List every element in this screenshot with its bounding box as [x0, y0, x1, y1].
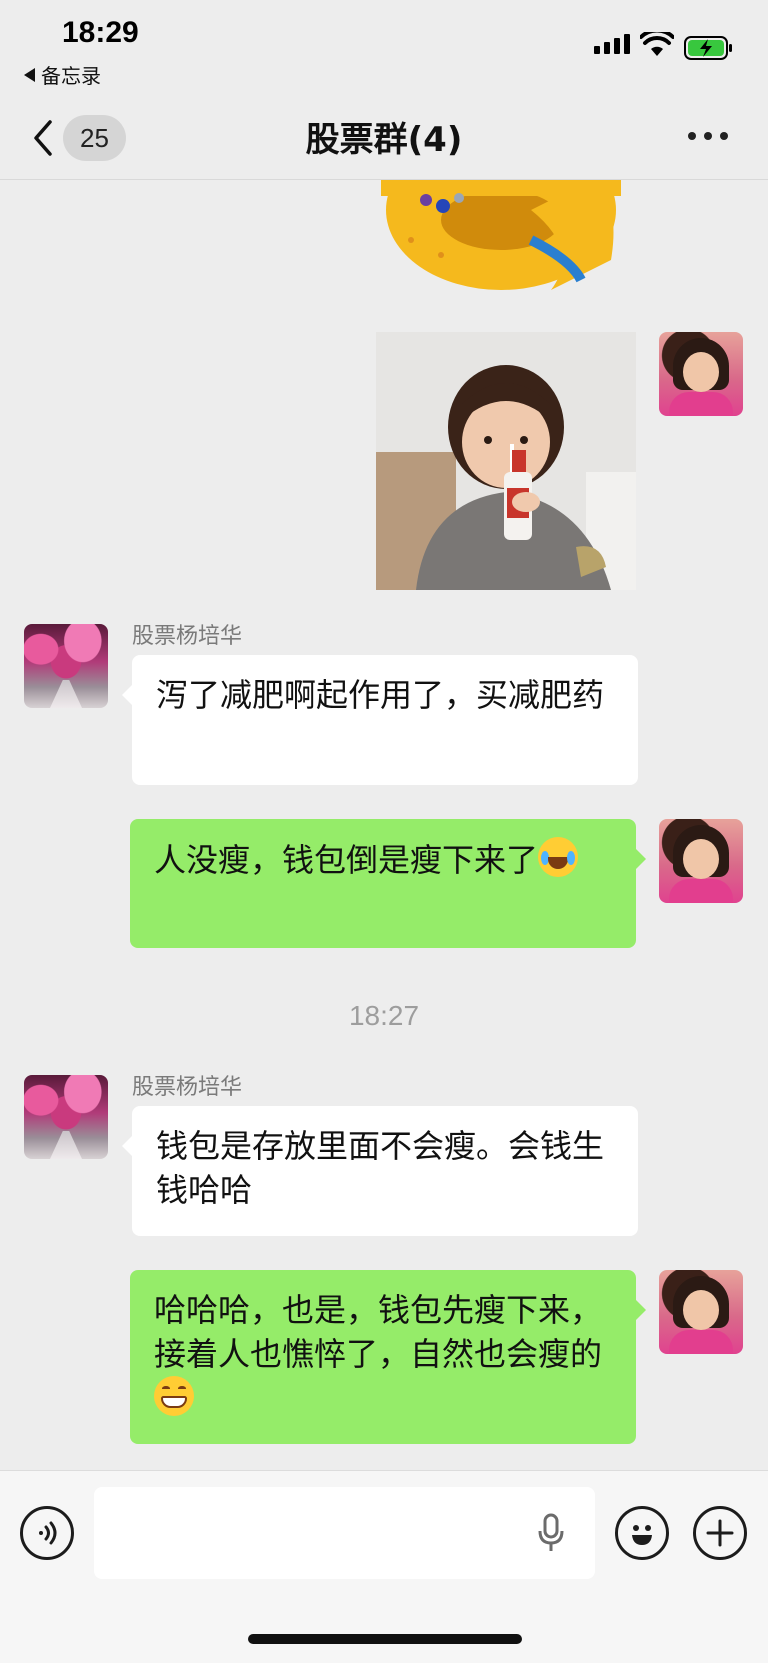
status-time: 18:29 [62, 16, 139, 49]
ring-hand-sticker[interactable] [381, 180, 621, 298]
message-text: 泻了减肥啊起作用了，买减肥药 [156, 676, 605, 714]
self-avatar[interactable] [659, 332, 743, 416]
plus-icon[interactable] [693, 1506, 747, 1560]
battery-charging-icon [684, 36, 732, 60]
wifi-icon [640, 32, 674, 56]
outgoing-message-bubble[interactable]: 人没瘦，钱包倒是瘦下来了 [130, 819, 646, 948]
sender-name: 股票杨培华 [132, 1075, 243, 1100]
self-avatar[interactable] [659, 1270, 743, 1354]
child-drinking-sticker[interactable] [376, 332, 636, 590]
emoji-icon[interactable] [615, 1506, 669, 1560]
message-text: 哈哈哈，也是，钱包先瘦下来，接着人也憔悴了，自然也会瘦的 [154, 1291, 603, 1373]
incoming-message-bubble[interactable]: 钱包是存放里面不会瘦。会钱生钱哈哈 [122, 1106, 638, 1236]
laugh-cry-emoji-icon [538, 837, 579, 877]
mic-icon[interactable] [536, 1513, 566, 1553]
voice-icon[interactable] [20, 1506, 74, 1560]
contact-avatar[interactable] [24, 1075, 108, 1159]
incoming-message-bubble[interactable]: 泻了减肥啊起作用了，买减肥药 [122, 655, 638, 785]
more-icon[interactable] [688, 132, 728, 140]
message-text: 人没瘦，钱包倒是瘦下来了 [154, 841, 539, 879]
sender-name: 股票杨培华 [132, 624, 243, 649]
status-bar: 18:29 备忘录 [0, 0, 768, 100]
chat-title: 股票群(4) [305, 120, 463, 160]
contact-avatar[interactable] [24, 624, 108, 708]
grin-emoji-icon [154, 1376, 194, 1416]
signal-icon [594, 34, 630, 54]
back-to-app-link[interactable]: 备忘录 [24, 60, 101, 89]
message-text: 钱包是存放里面不会瘦。会钱生钱哈哈 [156, 1127, 605, 1209]
message-input[interactable] [94, 1487, 595, 1579]
chat-header: 25 股票群(4) [0, 100, 768, 180]
self-avatar[interactable] [659, 819, 743, 903]
back-triangle-icon [24, 67, 35, 82]
home-indicator[interactable] [248, 1634, 522, 1644]
outgoing-message-bubble[interactable]: 哈哈哈，也是，钱包先瘦下来，接着人也憔悴了，自然也会瘦的 [130, 1270, 646, 1444]
timestamp-divider: 18:27 [348, 1000, 420, 1031]
back-app-label: 备忘录 [41, 64, 101, 88]
